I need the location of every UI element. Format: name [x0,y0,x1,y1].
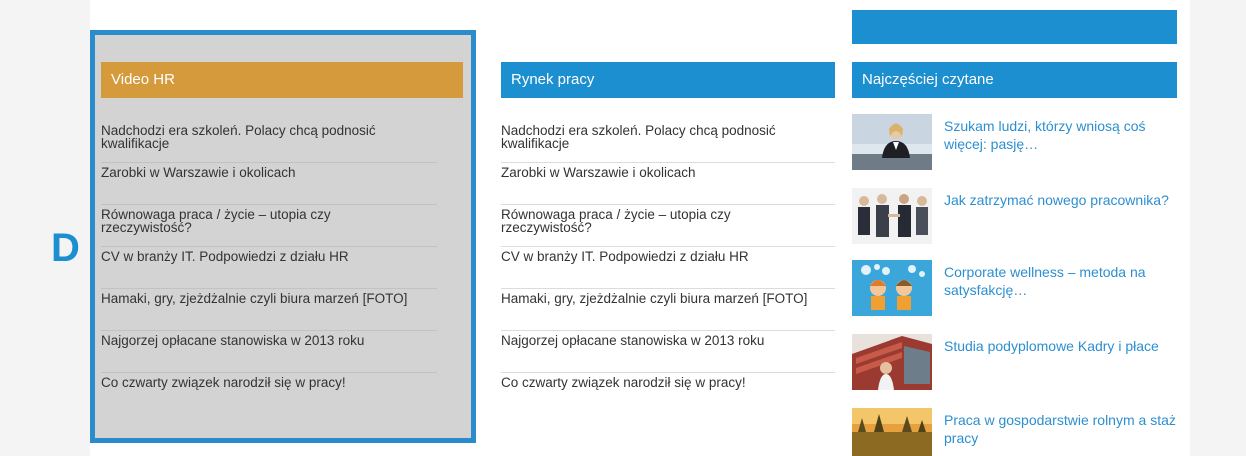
video-hr-item[interactable]: Hamaki, gry, zjeżdżalnie czyli biura mar… [101,290,463,332]
top-banner-bar [852,10,1177,44]
video-hr-item-label: Co czwarty związek narodził się w pracy! [101,375,346,390]
rynek-pracy-item[interactable]: Najgorzej opłacane stanowiska w 2013 rok… [501,332,835,374]
most-read-article[interactable]: Studia podyplomowe Kadry i płace [852,334,1177,390]
video-hr-item-label: CV w branży IT. Podpowiedzi z działu HR [101,249,349,264]
rynek-pracy-header[interactable]: Rynek pracy [501,62,835,98]
rynek-pracy-item-label: Hamaki, gry, zjeżdżalnie czyli biura mar… [501,291,808,306]
rynek-pracy-item[interactable]: Zarobki w Warszawie i okolicach [501,164,835,206]
divider [101,330,437,331]
cartoon-people-illustration-icon [852,260,932,316]
divider [101,162,437,163]
student-building-photo-icon [852,334,932,390]
rynek-pracy-item[interactable]: Równowaga praca / życie – utopia czy rze… [501,206,835,248]
most-read-article[interactable]: Jak zatrzymać nowego pracownika? [852,188,1177,244]
divider [501,330,835,331]
most-read-header[interactable]: Najczęściej czytane [852,62,1177,98]
rynek-pracy-item-label: Zarobki w Warszawie i okolicach [501,165,696,180]
rynek-pracy-item[interactable]: Co czwarty związek narodził się w pracy! [501,374,835,416]
video-hr-list: Nadchodzi era szkoleń. Polacy chcą podno… [101,122,463,416]
farm-field-photo-icon [852,408,932,456]
video-hr-item[interactable]: Nadchodzi era szkoleń. Polacy chcą podno… [101,122,463,164]
rynek-pracy-item-label: Równowaga praca / życie – utopia czy rze… [501,207,731,235]
most-read-article-title: Corporate wellness – metoda na satysfakc… [944,264,1146,298]
video-hr-header[interactable]: Video HR [101,62,463,98]
rynek-pracy-item-label: CV w branży IT. Podpowiedzi z działu HR [501,249,749,264]
most-read-title: Najczęściej czytane [862,71,994,88]
rynek-pracy-item[interactable]: Hamaki, gry, zjeżdżalnie czyli biura mar… [501,290,835,332]
most-read-article-title: Jak zatrzymać nowego pracownika? [944,192,1169,208]
most-read-article[interactable]: Praca w gospodarstwie rolnym a staż prac… [852,408,1177,456]
divider [101,204,437,205]
video-hr-item[interactable]: CV w branży IT. Podpowiedzi z działu HR [101,248,463,290]
rynek-pracy-item-label: Co czwarty związek narodził się w pracy! [501,375,746,390]
most-read-article[interactable]: Szukam ludzi, którzy wniosą coś więcej: … [852,114,1177,170]
video-hr-item[interactable]: Najgorzej opłacane stanowiska w 2013 rok… [101,332,463,374]
video-hr-item-label: Nadchodzi era szkoleń. Polacy chcą podno… [101,123,376,151]
rynek-pracy-item-label: Najgorzej opłacane stanowiska w 2013 rok… [501,333,765,348]
video-hr-item-label: Równowaga praca / życie – utopia czy rze… [101,207,331,235]
divider [101,246,437,247]
video-hr-item-label: Zarobki w Warszawie i okolicach [101,165,296,180]
divider [501,204,835,205]
divider [501,162,835,163]
divider [501,246,835,247]
rynek-pracy-column: Rynek pracy Nadchodzi era szkoleń. Polac… [501,62,835,416]
section-marker-d: D [51,226,80,270]
divider [501,288,835,289]
rynek-pracy-item[interactable]: CV w branży IT. Podpowiedzi z działu HR [501,248,835,290]
video-hr-item[interactable]: Równowaga praca / życie – utopia czy rze… [101,206,463,248]
video-hr-column: Video HR Nadchodzi era szkoleń. Polacy c… [101,62,463,416]
video-hr-title: Video HR [111,71,175,88]
most-read-article-title: Studia podyplomowe Kadry i płace [944,338,1159,354]
divider [101,372,437,373]
most-read-article-title: Szukam ludzi, którzy wniosą coś więcej: … [944,118,1146,152]
most-read-article-title: Praca w gospodarstwie rolnym a staż prac… [944,412,1176,446]
businesswoman-photo-icon [852,114,932,170]
handshake-photo-icon [852,188,932,244]
rynek-pracy-list: Nadchodzi era szkoleń. Polacy chcą podno… [501,122,835,416]
most-read-column: Najczęściej czytane Szukam ludzi, którzy… [852,62,1177,456]
rynek-pracy-item-label: Nadchodzi era szkoleń. Polacy chcą podno… [501,123,776,151]
video-hr-item-label: Najgorzej opłacane stanowiska w 2013 rok… [101,333,365,348]
video-hr-item[interactable]: Co czwarty związek narodził się w pracy! [101,374,463,416]
video-hr-item-label: Hamaki, gry, zjeżdżalnie czyli biura mar… [101,291,408,306]
video-hr-item[interactable]: Zarobki w Warszawie i okolicach [101,164,463,206]
divider [101,288,437,289]
most-read-article[interactable]: Corporate wellness – metoda na satysfakc… [852,260,1177,316]
divider [501,372,835,373]
rynek-pracy-title: Rynek pracy [511,71,595,88]
rynek-pracy-item[interactable]: Nadchodzi era szkoleń. Polacy chcą podno… [501,122,835,164]
